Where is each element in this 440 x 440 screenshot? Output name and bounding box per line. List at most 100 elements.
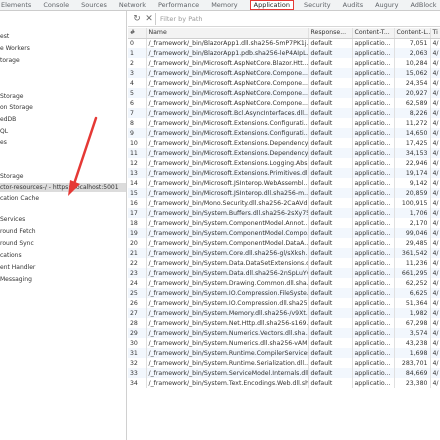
cell-content-type: applicatio... [352, 248, 395, 258]
table-row[interactable]: 21/_framework/_bin/System.Core.dll.sha25… [128, 248, 440, 258]
tab-memory[interactable]: Memory [211, 0, 237, 10]
tab-console[interactable]: Console [43, 0, 69, 10]
table-row[interactable]: 27/_framework/_bin/System.Memory.dll.sha… [128, 308, 440, 318]
cell-content-type: applicatio... [352, 298, 395, 308]
table-row[interactable]: 15/_framework/_bin/Microsoft.JSInterop.d… [128, 188, 440, 198]
cell-index: 4 [128, 78, 147, 88]
table-row[interactable]: 2/_framework/_bin/Microsoft.AspNetCore.B… [128, 58, 440, 68]
table-row[interactable]: 5/_framework/_bin/Microsoft.AspNetCore.C… [128, 88, 440, 98]
table-row[interactable]: 24/_framework/_bin/System.Drawing.Common… [128, 278, 440, 288]
sidebar-item-background-sync[interactable]: round Sync [0, 239, 126, 248]
table-row[interactable]: 1/_framework/_bin/BlazorApp1.pdb.sha256-… [128, 48, 440, 58]
table-row[interactable]: 33/_framework/_bin/System.ServiceModel.I… [128, 368, 440, 378]
table-row[interactable]: 25/_framework/_bin/System.IO.Compression… [128, 288, 440, 298]
cell-index: 22 [128, 258, 147, 268]
table-row[interactable]: 18/_framework/_bin/System.ComponentModel… [128, 218, 440, 228]
cell-index: 30 [128, 338, 147, 348]
sidebar-item-clear-storage[interactable]: torage [0, 56, 126, 65]
cell-time-cached: 4/ [430, 138, 440, 148]
tab-application[interactable]: Application [249, 0, 294, 10]
sidebar-item-service-workers[interactable]: e Workers [0, 44, 126, 53]
cell-content-length: 661,295 [394, 268, 431, 278]
clear-icon[interactable]: ✕ [143, 13, 155, 25]
table-row[interactable]: 29/_framework/_bin/System.Numerics.Vecto… [128, 328, 440, 338]
cell-index: 19 [128, 228, 147, 238]
cell-time-cached: 4/ [430, 218, 440, 228]
tab-sources[interactable]: Sources [81, 0, 107, 10]
table-row[interactable]: 6/_framework/_bin/Microsoft.AspNetCore.C… [128, 98, 440, 108]
cell-content-length: 43,238 [394, 338, 431, 348]
cell-content-length: 11,272 [394, 118, 431, 128]
table-row[interactable]: 11/_framework/_bin/Microsoft.Extensions.… [128, 148, 440, 158]
cell-content-length: 24,354 [394, 78, 431, 88]
column-header-content-length[interactable]: Content-L... [394, 28, 431, 39]
cell-time-cached: 4/ [430, 328, 440, 338]
table-row[interactable]: 34/_framework/_bin/System.Text.Encodings… [128, 378, 440, 388]
cell-name: /_framework/_bin/System.Runtime.Serializ… [146, 358, 309, 368]
cell-name: /_framework/_bin/BlazorApp1.dll.sha256-5… [146, 38, 309, 48]
table-row[interactable]: 14/_framework/_bin/Microsoft.JSInterop.W… [128, 178, 440, 188]
tab-network[interactable]: Network [119, 0, 146, 10]
sidebar-item-background-fetch[interactable]: round Fetch [0, 227, 126, 236]
table-row[interactable]: 19/_framework/_bin/System.ComponentModel… [128, 228, 440, 238]
cell-time-cached: 4/ [430, 298, 440, 308]
table-row[interactable]: 23/_framework/_bin/System.Data.dll.sha25… [128, 268, 440, 278]
tab-security[interactable]: Security [304, 0, 331, 10]
table-row[interactable]: 28/_framework/_bin/System.Net.Http.dll.s… [128, 318, 440, 328]
sidebar-item-push-messaging[interactable]: Messaging [0, 275, 126, 284]
table-row[interactable]: 13/_framework/_bin/Microsoft.Extensions.… [128, 168, 440, 178]
column-header-content-type[interactable]: Content-T... [352, 28, 395, 39]
refresh-icon[interactable]: ↻ [131, 13, 143, 25]
table-row[interactable]: 9/_framework/_bin/Microsoft.Extensions.C… [128, 128, 440, 138]
tab-performance[interactable]: Performance [158, 0, 199, 10]
cell-response-type: default [308, 38, 353, 48]
cell-content-length: 2,170 [394, 218, 431, 228]
cell-time-cached: 4/ [430, 168, 440, 178]
cell-name: /_framework/_bin/System.Numerics.Vectors… [146, 328, 309, 338]
cell-index: 7 [128, 108, 147, 118]
sidebar-item-background-services[interactable]: Services [0, 215, 126, 224]
sidebar-item-payment-handler[interactable]: ent Handler [0, 263, 126, 272]
table-row[interactable]: 16/_framework/_bin/Mono.Security.dll.sha… [128, 198, 440, 208]
sidebar-item-manifest[interactable]: est [0, 32, 126, 41]
tab-adblock[interactable]: AdBlock [410, 0, 436, 10]
table-row[interactable]: 0/_framework/_bin/BlazorApp1.dll.sha256-… [128, 38, 440, 48]
table-row[interactable]: 7/_framework/_bin/Microsoft.Bcl.AsyncInt… [128, 108, 440, 118]
table-row[interactable]: 20/_framework/_bin/System.ComponentModel… [128, 238, 440, 248]
tab-augury[interactable]: Augury [375, 0, 398, 10]
table-row[interactable]: 30/_framework/_bin/System.Numerics.dll.s… [128, 338, 440, 348]
cell-name: /_framework/_bin/Microsoft.AspNetCore.Co… [146, 78, 309, 88]
filter-by-path-input[interactable] [158, 13, 308, 25]
cell-name: /_framework/_bin/System.Numerics.dll.sha… [146, 338, 309, 348]
cell-time-cached: 4/ [430, 368, 440, 378]
cell-index: 2 [128, 58, 147, 68]
column-header-index[interactable]: # [128, 28, 147, 39]
cell-time-cached: 4/ [430, 98, 440, 108]
column-header-time-cached[interactable]: Ti [430, 28, 440, 39]
cell-content-length: 100,915 [394, 198, 431, 208]
table-row[interactable]: 31/_framework/_bin/System.Runtime.Compil… [128, 348, 440, 358]
cell-index: 33 [128, 368, 147, 378]
table-row[interactable]: 4/_framework/_bin/Microsoft.AspNetCore.C… [128, 78, 440, 88]
cell-response-type: default [308, 208, 353, 218]
table-row[interactable]: 26/_framework/_bin/System.IO.Compression… [128, 298, 440, 308]
table-row[interactable]: 10/_framework/_bin/Microsoft.Extensions.… [128, 138, 440, 148]
cell-content-type: applicatio... [352, 308, 395, 318]
tab-elements[interactable]: Elements [1, 0, 31, 10]
cell-name: /_framework/_bin/Microsoft.JSInterop.Web… [146, 178, 309, 188]
table-row[interactable]: 17/_framework/_bin/System.Buffers.dll.sh… [128, 208, 440, 218]
cell-name: /_framework/_bin/System.Buffers.dll.sha2… [146, 208, 309, 218]
sidebar-item-local-storage[interactable]: Storage [0, 92, 126, 101]
column-header-response-type[interactable]: Response... [308, 28, 353, 39]
table-row[interactable]: 32/_framework/_bin/System.Runtime.Serial… [128, 358, 440, 368]
table-row[interactable]: 22/_framework/_bin/System.Data.DataSetEx… [128, 258, 440, 268]
cell-index: 28 [128, 318, 147, 328]
cell-time-cached: 4/ [430, 278, 440, 288]
sidebar-item-notifications[interactable]: cations [0, 251, 126, 260]
tab-audits[interactable]: Audits [343, 0, 363, 10]
table-row[interactable]: 12/_framework/_bin/Microsoft.Extensions.… [128, 158, 440, 168]
cell-name: /_framework/_bin/Microsoft.AspNetCore.Bl… [146, 58, 309, 68]
table-row[interactable]: 3/_framework/_bin/Microsoft.AspNetCore.C… [128, 68, 440, 78]
column-header-name[interactable]: Name [146, 28, 309, 39]
table-row[interactable]: 8/_framework/_bin/Microsoft.Extensions.C… [128, 118, 440, 128]
